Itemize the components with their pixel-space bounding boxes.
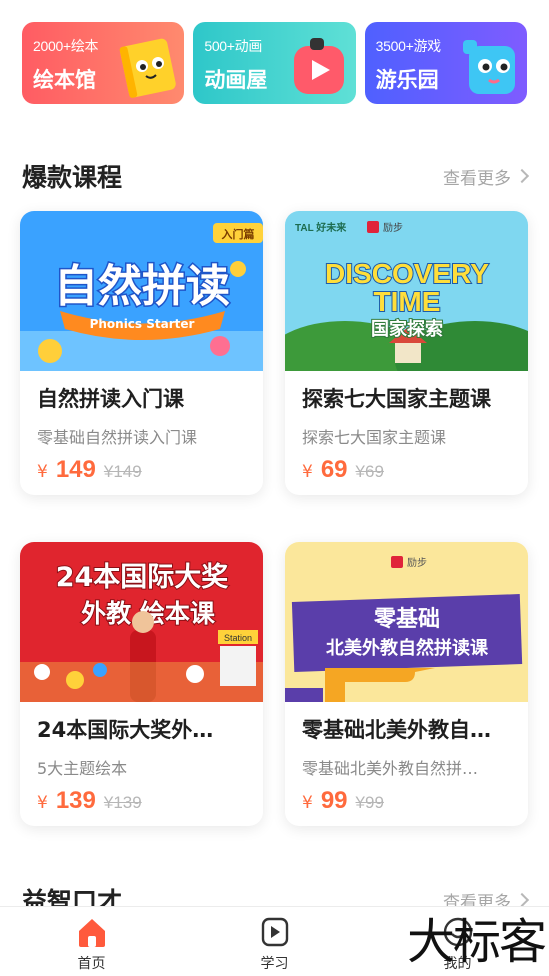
course-card[interactable]: 入门篇 自然拼读 Phonics Starter 自然拼读入门课 零基础自然拼读… bbox=[20, 211, 263, 495]
course-thumbnail: 入门篇 自然拼读 Phonics Starter bbox=[20, 211, 263, 371]
course-title: 探索七大国家主题课 bbox=[302, 387, 491, 411]
category-card-animation[interactable]: 500+动画 动画屋 bbox=[193, 22, 356, 104]
course-grid: 入门篇 自然拼读 Phonics Starter 自然拼读入门课 零基础自然拼读… bbox=[20, 211, 529, 826]
see-more-link[interactable]: 查看更多 bbox=[443, 164, 530, 189]
thumb-sub: 国家探索 bbox=[371, 318, 443, 340]
thumb-brand2: 励步 bbox=[383, 221, 403, 234]
chevron-right-icon bbox=[514, 168, 530, 184]
book-mascot-icon bbox=[120, 38, 177, 98]
see-more-label: 查看更多 bbox=[443, 168, 511, 189]
thumb-brand: TAL 好未来 bbox=[295, 221, 347, 234]
thumb-line2: TIME bbox=[374, 286, 441, 317]
thumb-sign: Station bbox=[224, 633, 252, 643]
section-title: 爆款课程 bbox=[22, 163, 123, 192]
currency-symbol: ¥ bbox=[302, 793, 313, 813]
play-icon bbox=[261, 917, 288, 947]
currency-symbol: ¥ bbox=[302, 462, 313, 482]
course-price-row: ¥ 149 ¥149 bbox=[37, 456, 263, 484]
tab-label: 首页 bbox=[77, 956, 106, 972]
course-card[interactable]: 24本国际大奖 外教 绘本课 Station 24本国际大奖外… 5大主题绘本 … bbox=[20, 542, 263, 826]
tab-study[interactable]: 学习 bbox=[183, 907, 366, 976]
category-row: 2000+绘本 绘本馆 500+动画 动画屋 3500+游戏 游乐园 bbox=[22, 22, 527, 104]
course-card[interactable]: TAL 好未来 励步 DISCOVERY TIME 国家探索 探索七大国家主题课… bbox=[285, 211, 528, 495]
currency-symbol: ¥ bbox=[37, 793, 48, 813]
course-price-row: ¥ 69 ¥69 bbox=[302, 456, 528, 484]
tab-home[interactable]: 首页 bbox=[0, 907, 183, 976]
course-subtitle: 5大主题绘本 bbox=[37, 759, 128, 778]
course-price: 69 bbox=[320, 456, 348, 483]
course-price: 149 bbox=[55, 456, 96, 483]
tab-label: 学习 bbox=[260, 956, 289, 972]
course-thumbnail: 24本国际大奖 外教 绘本课 Station bbox=[20, 542, 263, 702]
thumb-banner: Phonics Starter bbox=[90, 317, 195, 331]
original-price: ¥69 bbox=[355, 462, 384, 481]
category-card-picture-books[interactable]: 2000+绘本 绘本馆 bbox=[22, 22, 185, 104]
hot-courses-header: 爆款课程 查看更多 bbox=[22, 158, 530, 194]
course-subtitle: 零基础自然拼读入门课 bbox=[37, 428, 198, 447]
category-card-games[interactable]: 3500+游戏 游乐园 bbox=[364, 22, 527, 104]
play-mascot-icon bbox=[293, 38, 344, 94]
original-price: ¥99 bbox=[355, 793, 384, 812]
original-price: ¥149 bbox=[103, 462, 142, 481]
currency-symbol: ¥ bbox=[37, 462, 48, 482]
course-price-row: ¥ 139 ¥139 bbox=[37, 787, 263, 815]
watermark: 大标客 bbox=[406, 914, 547, 970]
thumb-line1: 24本国际大奖 bbox=[56, 561, 229, 593]
thumb-brand2: 励步 bbox=[407, 556, 427, 569]
course-thumbnail: TAL 好未来 励步 DISCOVERY TIME 国家探索 bbox=[285, 211, 528, 371]
course-price-row: ¥ 99 ¥99 bbox=[302, 787, 528, 815]
thumb-line2: 北美外教自然拼读课 bbox=[326, 637, 489, 659]
course-price: 99 bbox=[320, 787, 348, 814]
course-title: 24本国际大奖外… bbox=[37, 718, 214, 742]
home-icon bbox=[78, 919, 105, 947]
original-price: ¥139 bbox=[103, 793, 142, 812]
course-card[interactable]: 励步 零基础 北美外教自然拼读课 零基础北美外教自… 零基础北美外教自然拼… ¥… bbox=[285, 542, 528, 826]
course-title: 零基础北美外教自… bbox=[302, 718, 491, 742]
course-price: 139 bbox=[55, 787, 96, 814]
course-subtitle: 探索七大国家主题课 bbox=[302, 428, 447, 447]
thumb-line1: DISCOVERY bbox=[325, 258, 489, 289]
game-mascot-icon bbox=[462, 40, 515, 94]
thumb-line1: 零基础 bbox=[373, 607, 440, 632]
course-subtitle: 零基础北美外教自然拼… bbox=[302, 759, 479, 778]
thumb-title: 自然拼读 bbox=[54, 261, 230, 312]
thumb-tag: 入门篇 bbox=[222, 227, 255, 241]
course-thumbnail: 励步 零基础 北美外教自然拼读课 bbox=[285, 542, 528, 702]
course-title: 自然拼读入门课 bbox=[37, 387, 184, 411]
